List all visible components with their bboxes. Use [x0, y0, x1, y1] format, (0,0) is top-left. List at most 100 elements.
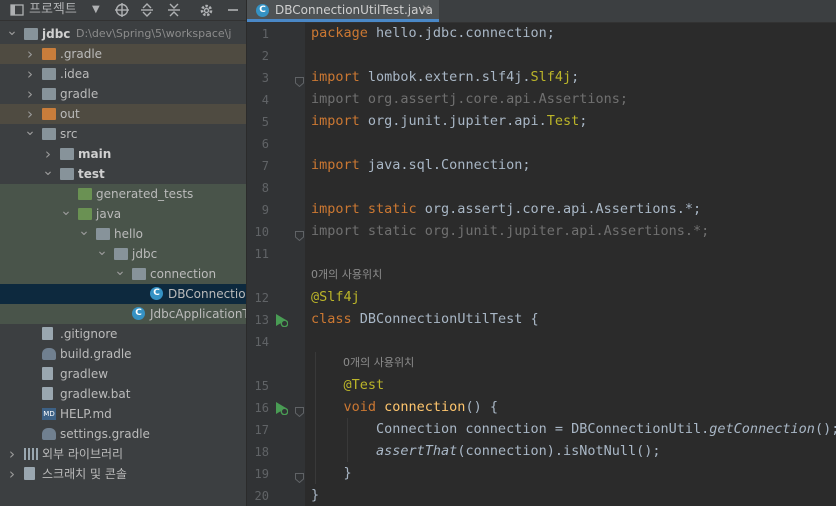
tree-item-label: generated_tests — [96, 187, 194, 201]
indent-guide — [315, 352, 316, 484]
gradle-icon — [42, 428, 56, 440]
project-path: D:\dev\Spring\5\workspace\j — [76, 27, 232, 40]
tree-item-label: main — [78, 147, 112, 161]
tree-item-settings-gradle[interactable]: settings.gradle — [0, 424, 246, 444]
tree-item-generated_tests[interactable]: generated_tests — [0, 184, 246, 204]
tree-item-gradlew-bat[interactable]: gradlew.bat — [0, 384, 246, 404]
folder-icon — [114, 248, 128, 260]
tree-item-JdbcApplicationTests[interactable]: C JdbcApplicationTests — [0, 304, 246, 324]
chevron-right-icon[interactable]: › — [6, 444, 18, 464]
chevron-down-icon[interactable]: ⌄ — [42, 164, 54, 178]
code-line: void connection() { — [343, 399, 498, 415]
tree-item-gradlew[interactable]: gradlew — [0, 364, 246, 384]
chevron-down-icon[interactable]: ⌄ — [78, 224, 90, 238]
project-view-icon[interactable] — [10, 1, 24, 19]
test-folder-icon — [78, 208, 92, 220]
chevron-right-icon[interactable]: › — [24, 104, 36, 124]
line-number: 1 — [261, 27, 269, 41]
chevron-down-icon[interactable]: ▼ — [92, 1, 100, 19]
indent-guide — [347, 418, 348, 462]
tree-item-ext-libs[interactable]: › 외부 라이브러리 — [0, 444, 246, 464]
fold-icon[interactable] — [295, 402, 304, 418]
line-number: 10 — [254, 225, 269, 239]
tree-item-hello[interactable]: ⌄ hello — [0, 224, 246, 244]
tree-item-connection[interactable]: ⌄ connection — [0, 264, 246, 284]
tree-item-jdbc-pkg[interactable]: ⌄ jdbc — [0, 244, 246, 264]
collapse-all-icon[interactable] — [167, 1, 181, 19]
tree-item-label: jdbc — [132, 247, 158, 261]
libraries-icon — [24, 448, 38, 460]
code-line: Connection connection = DBConnectionUtil… — [311, 421, 836, 437]
line-number: 11 — [254, 247, 269, 261]
tree-item-label: src — [60, 127, 78, 141]
tree-item-gradle[interactable]: › gradle — [0, 84, 246, 104]
tree-item-label: connection — [150, 267, 217, 281]
chevron-down-icon[interactable]: ⌄ — [60, 204, 72, 218]
tree-item-label: gradlew.bat — [60, 387, 131, 401]
tree-item-help-md[interactable]: MD HELP.md — [0, 404, 246, 424]
line-number: 3 — [261, 71, 269, 85]
java-class-icon: C — [256, 4, 269, 17]
usages-hint[interactable]: 0개의 사용위치 — [343, 352, 414, 374]
code-line: } — [311, 487, 320, 503]
line-number: 9 — [261, 203, 269, 217]
line-number: 2 — [261, 49, 269, 63]
tree-item-label: test — [78, 167, 105, 181]
close-tab-icon[interactable]: ✕ — [421, 2, 431, 16]
tree-item-src[interactable]: ⌄ src — [0, 124, 246, 144]
chevron-down-icon[interactable]: ⌄ — [114, 264, 126, 278]
code-area[interactable]: package hello.jdbc.connection; import lom… — [305, 22, 836, 506]
tree-item-build-gradle[interactable]: build.gradle — [0, 344, 246, 364]
chevron-right-icon[interactable]: › — [24, 44, 36, 64]
tree-item-label: .gitignore — [60, 327, 118, 341]
chevron-down-icon[interactable]: ⌄ — [96, 244, 108, 258]
tree-item-idea-dir[interactable]: › .idea — [0, 64, 246, 84]
tree-item-scratches[interactable]: › 스크래치 및 콘솔 — [0, 464, 246, 484]
chevron-right-icon[interactable]: › — [24, 64, 36, 84]
tree-item-jdbc[interactable]: ⌄ jdbc D:\dev\Spring\5\workspace\j — [0, 24, 246, 44]
tree-item-java[interactable]: ⌄ java — [0, 204, 246, 224]
line-number: 4 — [261, 93, 269, 107]
locate-icon[interactable] — [115, 1, 129, 19]
tree-item-gitignore[interactable]: .gitignore — [0, 324, 246, 344]
tree-item-label: .gradle — [60, 47, 103, 61]
chevron-down-icon[interactable]: ⌄ — [6, 24, 18, 38]
fold-icon[interactable] — [295, 72, 304, 88]
folder-icon — [42, 88, 56, 100]
project-view-title[interactable]: 프로젝트 — [29, 1, 77, 19]
chevron-down-icon[interactable]: ⌄ — [24, 124, 36, 138]
run-test-icon[interactable] — [274, 400, 289, 416]
tree-item-test[interactable]: ⌄ test — [0, 164, 246, 184]
tree-item-gradle-dir[interactable]: › .gradle — [0, 44, 246, 64]
code-line: @Slf4j — [311, 289, 360, 305]
tree-item-label: 스크래치 및 콘솔 — [42, 467, 127, 481]
tab-dbconnectionutiltest[interactable]: C DBConnectionUtilTest.java ✕ — [247, 0, 439, 22]
folder-icon — [42, 68, 56, 80]
tree-item-DBConnectionUtilTest[interactable]: C DBConnectionUtilTest — [0, 284, 246, 304]
expand-all-icon[interactable] — [140, 1, 154, 19]
folder-icon — [60, 168, 74, 180]
gear-icon[interactable] — [199, 1, 214, 19]
chevron-right-icon[interactable]: › — [42, 144, 54, 164]
editor-panel: C DBConnectionUtilTest.java ✕ 1234567891… — [247, 0, 836, 506]
file-icon — [42, 387, 53, 400]
chevron-right-icon[interactable]: › — [24, 84, 36, 104]
test-folder-icon — [78, 188, 92, 200]
tree-item-out[interactable]: › out — [0, 104, 246, 124]
tree-item-label: gradlew — [60, 367, 109, 381]
tree-item-label: 외부 라이브러리 — [42, 447, 124, 461]
chevron-right-icon[interactable]: › — [6, 464, 18, 484]
fold-icon[interactable] — [295, 226, 304, 242]
code-line: } — [311, 465, 352, 481]
line-number: 13 — [254, 313, 269, 327]
usages-hint[interactable]: 0개의 사용위치 — [311, 264, 382, 286]
fold-icon[interactable] — [295, 468, 304, 484]
editor-gutter[interactable]: 1 2 3 4 5 6 7 8 9 10 11 12 13 14 15 16 17 18 19 20 — [247, 22, 305, 506]
line-number: 14 — [254, 335, 269, 349]
tree-item-main[interactable]: › main — [0, 144, 246, 164]
code-line: assertThat(connection).isNotNull(); — [376, 443, 661, 459]
line-number: 7 — [261, 159, 269, 173]
tree-item-label: DBConnectionUtilTest — [168, 287, 246, 301]
hide-panel-icon[interactable] — [226, 1, 240, 19]
run-test-icon[interactable] — [274, 312, 289, 328]
